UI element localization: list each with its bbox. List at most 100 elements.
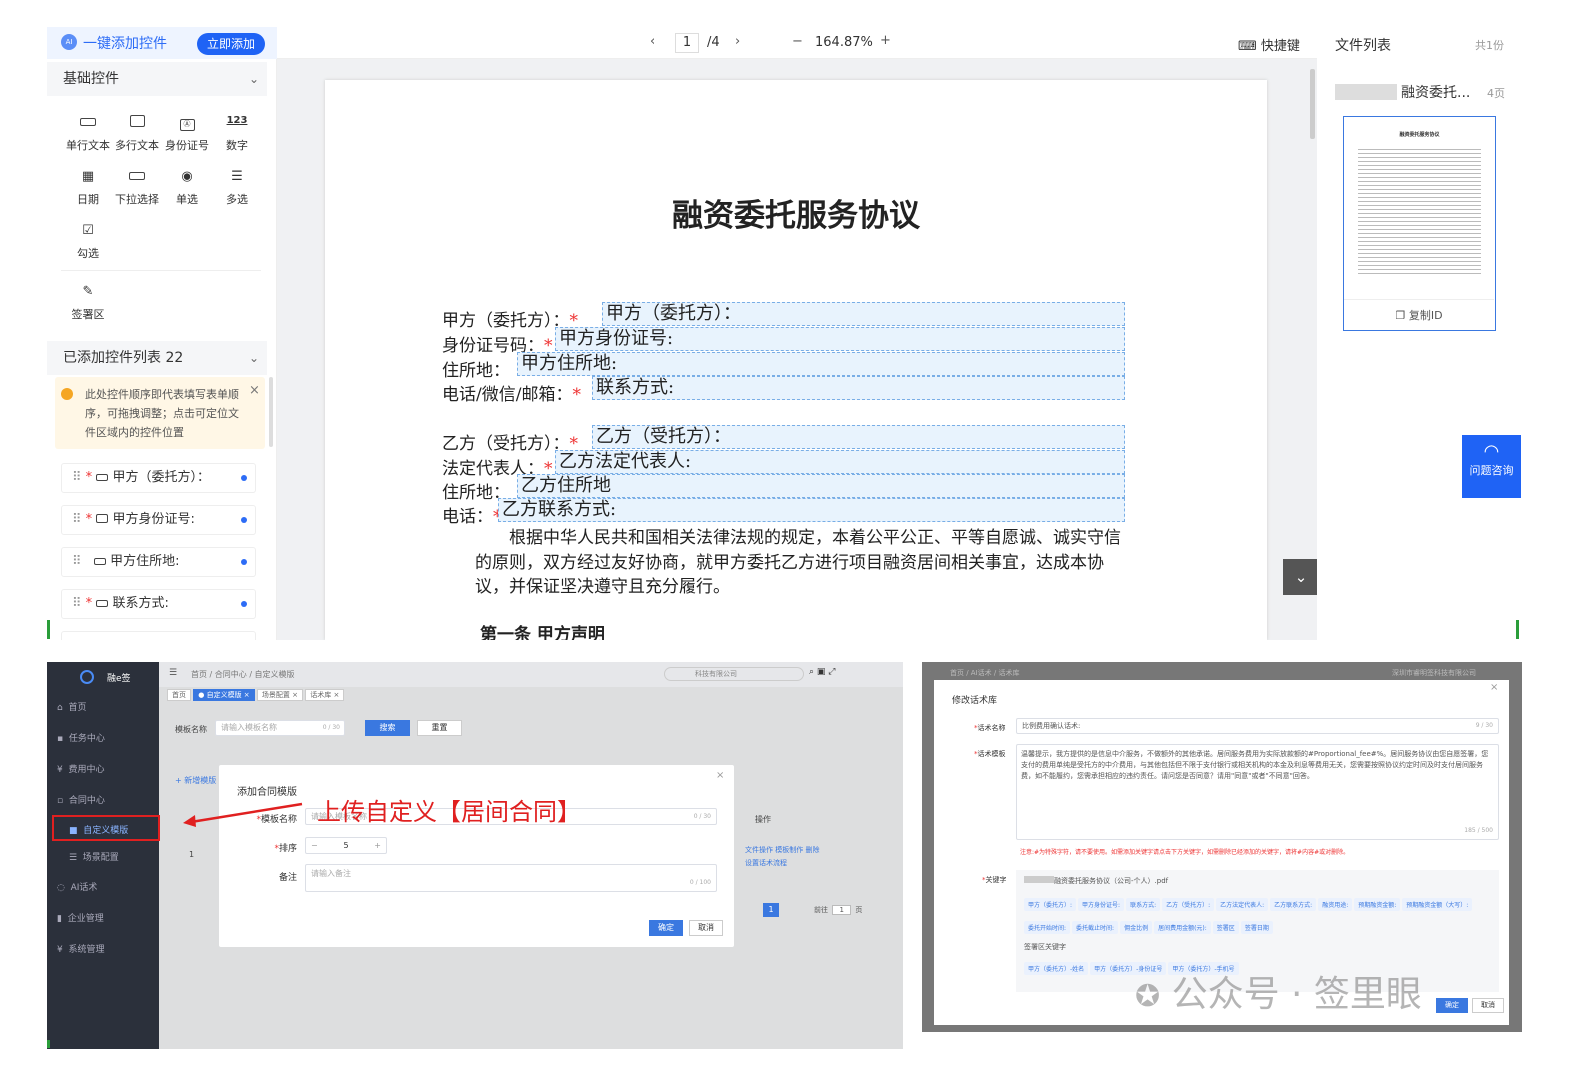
control-id-card[interactable]: Ⓐ 身份证号 bbox=[162, 115, 212, 153]
added-item[interactable]: ⠿ * 甲方身份证号: bbox=[61, 505, 256, 535]
scroll-down-icon[interactable]: ⌄ bbox=[1283, 559, 1319, 595]
zoom-in-icon[interactable]: + bbox=[880, 33, 891, 48]
menu-fees[interactable]: ¥ 费用中心 bbox=[57, 762, 104, 775]
quick-add-button[interactable]: 立即添加 bbox=[197, 33, 265, 55]
keyword-tag[interactable]: 联系方式: bbox=[1126, 898, 1161, 911]
menu-enterprise[interactable]: ▮ 企业管理 bbox=[57, 911, 104, 924]
keyword-tag[interactable]: 预期融资金额（大写）: bbox=[1402, 898, 1473, 911]
control-radio[interactable]: ◉ 单选 bbox=[162, 169, 212, 207]
note-textarea[interactable]: 请输入备注 0 / 100 bbox=[305, 864, 717, 892]
keyword-tag[interactable]: 甲方（委托方）-姓名 bbox=[1024, 962, 1089, 975]
speech-name-input[interactable]: 比例费用确认话术: 9 / 30 bbox=[1016, 718, 1499, 734]
added-item[interactable]: ⠿ 甲方住所地: bbox=[61, 547, 256, 577]
order-stepper[interactable]: −5 + bbox=[305, 837, 387, 854]
control-single-line[interactable]: 单行文本 bbox=[63, 115, 113, 153]
added-item[interactable]: ⠿ * 甲方（委托方）： bbox=[61, 463, 256, 493]
tab-home[interactable]: 首页 bbox=[167, 689, 191, 701]
company-select[interactable]: 科技有限公司 bbox=[664, 667, 804, 681]
copy-id-button[interactable]: ❐ 复制ID bbox=[1344, 307, 1494, 323]
added-item[interactable] bbox=[61, 631, 256, 640]
header-tools-icon[interactable]: ⌕ ▣ ⤢ bbox=[809, 667, 835, 677]
drag-handle-icon[interactable]: ⠿ bbox=[72, 596, 82, 611]
copy-icon: ❐ bbox=[1395, 309, 1406, 322]
minus-icon[interactable]: − bbox=[311, 838, 318, 853]
menu-toggle-icon[interactable]: ☰ bbox=[169, 668, 177, 678]
keyword-tag[interactable]: 乙方联系方式: bbox=[1270, 898, 1317, 911]
scrollbar[interactable] bbox=[1310, 69, 1315, 139]
menu-custom-template[interactable]: ■ 自定义模版 bbox=[69, 823, 128, 836]
legal-rep-field[interactable]: 乙方法定代表人: bbox=[555, 450, 1125, 474]
drag-handle-icon[interactable]: ⠿ bbox=[72, 470, 82, 485]
added-controls-header[interactable]: 已添加控件列表 22 ⌄ bbox=[47, 341, 267, 375]
control-dropdown[interactable]: 下拉选择 bbox=[112, 169, 162, 207]
keyword-tag[interactable]: 乙方法定代表人: bbox=[1216, 898, 1269, 911]
tab-speech-lib[interactable]: 话术库 × bbox=[305, 689, 345, 701]
party-b-field[interactable]: 乙方（受托方）： bbox=[592, 425, 1125, 449]
tab-custom-template[interactable]: ● 自定义模版 × bbox=[193, 689, 255, 701]
new-template-button[interactable]: + 新增模版 bbox=[175, 775, 216, 786]
cancel-button[interactable]: 取消 bbox=[1472, 998, 1504, 1013]
basic-controls-header[interactable]: 基础控件 ⌄ bbox=[47, 62, 267, 96]
set-speech-flow-link[interactable]: 设置话术流程 bbox=[745, 859, 787, 867]
keyword-tag[interactable]: 甲方身份证号: bbox=[1078, 898, 1125, 911]
keyword-tag[interactable]: 乙方（受托方）: bbox=[1162, 898, 1215, 911]
scrollbar[interactable] bbox=[269, 377, 273, 447]
close-icon[interactable]: × bbox=[1490, 682, 1498, 693]
menu-tasks[interactable]: ▪ 任务中心 bbox=[57, 731, 105, 744]
help-button[interactable]: ◠ 问题咨询 bbox=[1462, 435, 1521, 498]
zoom-out-icon[interactable]: − bbox=[792, 34, 803, 49]
keyword-tag[interactable]: 融资用途: bbox=[1318, 898, 1353, 911]
search-input[interactable]: 请输入模板名称 0 / 30 bbox=[215, 720, 345, 736]
party-a-field[interactable]: 甲方（委托方）： bbox=[602, 302, 1125, 326]
drag-handle-icon[interactable]: ⠿ bbox=[72, 512, 82, 527]
reset-button[interactable]: 重置 bbox=[417, 720, 462, 736]
shortcut-button[interactable]: ⌨ 快捷键 bbox=[1238, 35, 1300, 54]
close-icon[interactable]: × bbox=[249, 383, 260, 398]
drag-handle-icon[interactable]: ⠿ bbox=[72, 554, 82, 569]
tab-scene-config[interactable]: 场景配置 × bbox=[256, 689, 303, 701]
menu-home[interactable]: ⌂ 首页 bbox=[57, 700, 86, 713]
name-label: *话术名称 bbox=[974, 724, 1006, 732]
template-make-link[interactable]: 模板制作 bbox=[775, 846, 803, 854]
file-action-link[interactable]: 文件操作 bbox=[745, 846, 773, 854]
control-date[interactable]: ▦ 日期 bbox=[63, 169, 113, 207]
contact-a-field[interactable]: 联系方式: bbox=[592, 376, 1125, 400]
search-button[interactable]: 搜索 bbox=[365, 720, 410, 736]
prev-page-icon[interactable]: ‹ bbox=[650, 34, 655, 49]
party-a-id-field[interactable]: 甲方身份证号: bbox=[555, 327, 1125, 351]
next-page-icon[interactable]: › bbox=[735, 34, 740, 49]
keyword-tag[interactable]: 委托开始时间: bbox=[1024, 921, 1071, 934]
keyword-tag[interactable]: 预期融资金额: bbox=[1354, 898, 1401, 911]
party-b-address-field[interactable]: 乙方住所地 bbox=[517, 474, 1125, 498]
file-thumbnail[interactable]: 融资委托服务协议 ❐ 复制ID bbox=[1343, 116, 1496, 331]
keyword-tag[interactable]: 签署日期 bbox=[1240, 921, 1273, 934]
control-sign-area[interactable]: ✎ 签署区 bbox=[63, 284, 113, 322]
control-checkbox[interactable]: ☑ 勾选 bbox=[63, 223, 113, 261]
control-number[interactable]: 123 数字 bbox=[212, 115, 262, 153]
keyword-tag[interactable]: 签署区 bbox=[1212, 921, 1239, 934]
control-multi-select[interactable]: ☰ 多选 bbox=[212, 169, 262, 207]
speech-template-textarea[interactable]: 温馨提示，我方提供的是信息中介服务，不做额外的其他承诺。居间服务费用为实际放款额… bbox=[1016, 744, 1499, 840]
menu-system[interactable]: ¥ 系统管理 bbox=[57, 942, 104, 955]
contact-b-field[interactable]: 乙方联系方式: bbox=[498, 498, 1125, 522]
cancel-button[interactable]: 取消 bbox=[689, 920, 723, 936]
confirm-button[interactable]: 确定 bbox=[1436, 998, 1468, 1013]
menu-contracts[interactable]: ▫ 合同中心 bbox=[57, 793, 105, 806]
plus-icon[interactable]: + bbox=[374, 838, 381, 853]
menu-scene-config[interactable]: ☰ 场景配置 bbox=[69, 850, 119, 863]
keyword-tag[interactable]: 甲方（委托方）: bbox=[1024, 898, 1077, 911]
keyword-tag[interactable]: 居间费用金额(元): bbox=[1154, 921, 1211, 934]
control-multi-line[interactable]: 多行文本 bbox=[112, 115, 162, 153]
pager-goto-input[interactable]: 1 bbox=[832, 905, 851, 915]
keyword-tag[interactable]: 委托截止时间: bbox=[1072, 921, 1119, 934]
keyword-tag[interactable]: 佣金比例 bbox=[1120, 921, 1153, 934]
added-item[interactable]: ⠿ * 联系方式: bbox=[61, 589, 256, 619]
pager-current[interactable]: 1 bbox=[763, 903, 779, 917]
menu-ai-speech[interactable]: ◌ AI话术 bbox=[57, 880, 97, 893]
delete-link[interactable]: 删除 bbox=[805, 846, 819, 854]
confirm-button[interactable]: 确定 bbox=[649, 920, 683, 936]
close-icon[interactable]: × bbox=[716, 770, 724, 781]
page-input[interactable]: 1 bbox=[675, 33, 699, 53]
file-name[interactable]: 融资委托... bbox=[1401, 82, 1470, 102]
party-a-address-field[interactable]: 甲方住所地: bbox=[517, 352, 1125, 376]
